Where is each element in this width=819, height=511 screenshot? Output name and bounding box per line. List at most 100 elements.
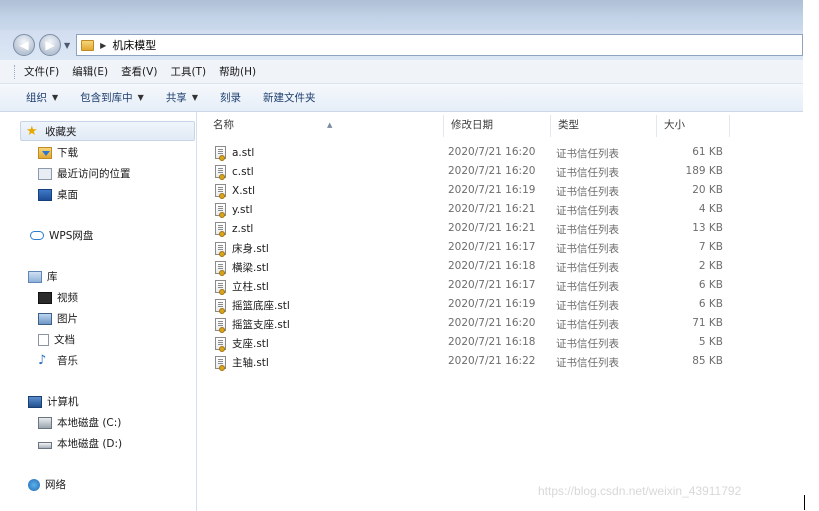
explorer-window: ◀ ▶ ▼ ▶ 机床模型 文件(F) 编辑(E) 查看(V) 工具(T) 帮助(… — [0, 0, 803, 511]
file-row[interactable]: z.stl 2020/7/21 16:21 证书信任列表 13 KB — [198, 219, 803, 238]
organize-button[interactable]: 组织 ▼ — [26, 90, 58, 105]
file-name[interactable]: 摇篮支座.stl — [215, 317, 290, 333]
document-icon — [38, 333, 49, 346]
file-name[interactable]: y.stl — [215, 203, 253, 218]
nav-desktop[interactable]: 桌面 — [38, 187, 78, 202]
file-name[interactable]: 支座.stl — [215, 336, 269, 352]
menu-view[interactable]: 查看(V) — [121, 64, 157, 79]
file-row[interactable]: 横梁.stl 2020/7/21 16:18 证书信任列表 2 KB — [198, 257, 803, 276]
file-row[interactable]: 主轴.stl 2020/7/21 16:22 证书信任列表 85 KB — [198, 352, 803, 371]
computer-icon — [28, 395, 42, 408]
forward-arrow-icon: ▶ — [45, 38, 55, 52]
column-header-name[interactable]: 名称 ▲ — [206, 115, 444, 137]
nav-recent-places[interactable]: 最近访问的位置 — [38, 166, 131, 181]
file-type: 证书信任列表 — [556, 262, 619, 274]
file-row[interactable]: c.stl 2020/7/21 16:20 证书信任列表 189 KB — [198, 162, 803, 181]
file-row[interactable]: y.stl 2020/7/21 16:21 证书信任列表 4 KB — [198, 200, 803, 219]
nav-desktop-label: 桌面 — [57, 189, 78, 201]
file-name-label: y.stl — [232, 203, 253, 216]
network-icon — [28, 478, 40, 491]
menu-edit[interactable]: 编辑(E) — [72, 64, 108, 79]
file-date: 2020/7/21 16:21 — [448, 203, 536, 215]
nav-drive-d[interactable]: 本地磁盘 (D:) — [38, 436, 122, 451]
file-type: 证书信任列表 — [556, 186, 619, 198]
title-bar — [0, 0, 803, 30]
file-name[interactable]: 摇篮底座.stl — [215, 298, 290, 314]
folder-icon — [81, 39, 95, 51]
file-size: 20 KB — [692, 184, 723, 196]
picture-icon — [38, 312, 52, 325]
file-name[interactable]: a.stl — [215, 146, 255, 161]
text-cursor — [804, 495, 805, 510]
file-name[interactable]: X.stl — [215, 184, 255, 199]
nav-network[interactable]: 网络 — [28, 477, 66, 492]
file-row[interactable]: X.stl 2020/7/21 16:19 证书信任列表 20 KB — [198, 181, 803, 200]
nav-drive-c[interactable]: 本地磁盘 (C:) — [38, 415, 121, 430]
chevron-down-icon: ▼ — [137, 93, 144, 102]
file-name[interactable]: 立柱.stl — [215, 279, 269, 295]
menu-file[interactable]: 文件(F) — [24, 64, 59, 79]
include-library-label: 包含到库中 — [80, 92, 133, 104]
file-name-label: 摇篮支座.stl — [232, 319, 290, 331]
back-button[interactable]: ◀ — [13, 34, 35, 56]
file-type: 证书信任列表 — [556, 167, 619, 179]
file-name-label: 摇篮底座.stl — [232, 300, 290, 312]
menu-grip — [14, 65, 16, 79]
nav-libraries[interactable]: 库 — [28, 269, 58, 284]
file-size: 6 KB — [698, 298, 723, 310]
nav-drive-c-label: 本地磁盘 (C:) — [57, 417, 122, 429]
nav-favorites[interactable]: ★ 收藏夹 — [26, 124, 77, 139]
nav-computer[interactable]: 计算机 — [28, 394, 79, 409]
column-header-date[interactable]: 修改日期 — [444, 115, 551, 137]
file-name[interactable]: z.stl — [215, 222, 253, 237]
organize-label: 组织 — [26, 92, 47, 104]
file-name[interactable]: 床身.stl — [215, 241, 269, 257]
file-row[interactable]: 摇篮底座.stl 2020/7/21 16:19 证书信任列表 6 KB — [198, 295, 803, 314]
column-header-type[interactable]: 类型 — [551, 115, 657, 137]
forward-button[interactable]: ▶ — [39, 34, 61, 56]
file-name-label: 横梁.stl — [232, 262, 269, 274]
nav-pictures[interactable]: 图片 — [38, 311, 78, 326]
star-icon: ★ — [26, 123, 38, 139]
menu-help[interactable]: 帮助(H) — [219, 64, 256, 79]
new-folder-button[interactable]: 新建文件夹 — [263, 90, 316, 105]
file-name[interactable]: 横梁.stl — [215, 260, 269, 276]
nav-downloads[interactable]: 下载 — [38, 145, 78, 160]
nav-documents[interactable]: 文档 — [38, 332, 75, 347]
file-size: 2 KB — [698, 260, 723, 272]
address-bar: ◀ ▶ ▼ ▶ 机床模型 — [0, 30, 803, 60]
file-row[interactable]: 支座.stl 2020/7/21 16:18 证书信任列表 5 KB — [198, 333, 803, 352]
recent-pages-dropdown-icon[interactable]: ▼ — [64, 41, 70, 50]
nav-music[interactable]: ♪ 音乐 — [38, 353, 78, 368]
file-name[interactable]: c.stl — [215, 165, 254, 180]
certificate-file-icon — [215, 203, 226, 218]
file-name-label: a.stl — [232, 146, 255, 159]
file-row[interactable]: 摇篮支座.stl 2020/7/21 16:20 证书信任列表 71 KB — [198, 314, 803, 333]
file-type: 证书信任列表 — [556, 205, 619, 217]
menu-tools[interactable]: 工具(T) — [170, 64, 206, 79]
back-arrow-icon: ◀ — [19, 38, 29, 52]
breadcrumb-current-folder[interactable]: 机床模型 — [112, 37, 156, 53]
column-header-size[interactable]: 大小 — [657, 115, 730, 137]
certificate-file-icon — [215, 261, 226, 276]
sort-ascending-icon: ▲ — [327, 121, 333, 129]
file-row[interactable]: 立柱.stl 2020/7/21 16:17 证书信任列表 6 KB — [198, 276, 803, 295]
share-button[interactable]: 共享 ▼ — [166, 90, 198, 105]
file-name[interactable]: 主轴.stl — [215, 355, 269, 371]
certificate-file-icon — [215, 299, 226, 314]
nav-documents-label: 文档 — [54, 334, 75, 346]
nav-wps-drive[interactable]: WPS网盘 — [30, 228, 93, 243]
file-type: 证书信任列表 — [556, 281, 619, 293]
include-in-library-button[interactable]: 包含到库中 ▼ — [80, 90, 144, 105]
breadcrumb-separator-icon[interactable]: ▶ — [100, 41, 106, 50]
menu-bar: 文件(F) 编辑(E) 查看(V) 工具(T) 帮助(H) — [0, 60, 803, 84]
address-box[interactable]: ▶ 机床模型 — [76, 34, 803, 56]
certificate-file-icon — [215, 222, 226, 237]
recent-places-icon — [38, 167, 52, 180]
file-row[interactable]: a.stl 2020/7/21 16:20 证书信任列表 61 KB — [198, 143, 803, 162]
burn-button[interactable]: 刻录 — [220, 90, 241, 105]
file-row[interactable]: 床身.stl 2020/7/21 16:17 证书信任列表 7 KB — [198, 238, 803, 257]
command-bar: 组织 ▼ 包含到库中 ▼ 共享 ▼ 刻录 新建文件夹 — [0, 84, 803, 112]
libraries-icon — [28, 270, 42, 283]
nav-videos[interactable]: 视频 — [38, 290, 78, 305]
